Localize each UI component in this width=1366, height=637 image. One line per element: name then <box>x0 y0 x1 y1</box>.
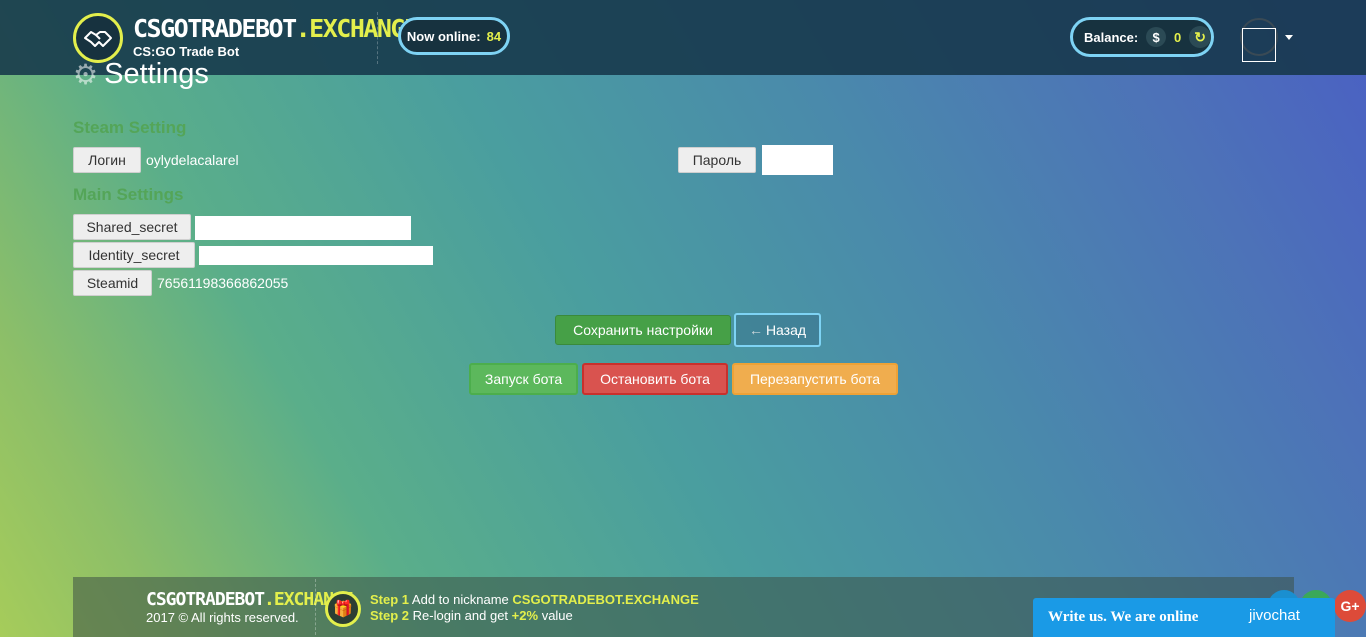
steamid-label: Steamid <box>73 270 152 296</box>
identity-secret-field[interactable] <box>199 246 433 265</box>
balance-value: 0 <box>1174 29 1182 45</box>
online-count: 84 <box>486 28 502 44</box>
footer-logo[interactable]: CSGOTRADEBOT.EXCHANGE <box>146 589 354 611</box>
main-section-title: Main Settings <box>73 185 184 204</box>
back-button[interactable]: ← Назад <box>734 313 821 347</box>
step2-highlight: +2% <box>511 608 539 623</box>
site-logo-text[interactable]: CSGOTRADEBOT.EXCHANGE <box>133 14 419 44</box>
balance-label: Balance: <box>1084 29 1139 45</box>
step1-highlight: CSGOTRADEBOT.EXCHANGE <box>512 592 699 607</box>
chat-text: Write us. We are online <box>1048 609 1199 625</box>
gear-icon: ⚙ <box>73 59 99 90</box>
step1-text: Add to nickname <box>411 592 509 607</box>
page-title-text: Settings <box>104 58 209 90</box>
step2-suffix: value <box>541 608 573 623</box>
page-title: ⚙ Settings <box>73 58 209 91</box>
shared-secret-field[interactable] <box>195 216 411 240</box>
password-label: Пароль <box>678 147 756 173</box>
shared-secret-label: Shared_secret <box>73 214 191 240</box>
refresh-icon[interactable]: ↻ <box>1189 26 1211 48</box>
save-settings-button[interactable]: Сохранить настройки <box>555 315 731 345</box>
online-label: Now online: <box>406 28 481 44</box>
footer-divider <box>315 579 316 635</box>
identity-secret-label: Identity_secret <box>73 242 195 268</box>
header-divider <box>377 12 378 64</box>
logo-main: CSGOTRADEBOT <box>133 14 297 43</box>
step1-label: Step 1 <box>370 592 410 607</box>
step-1: Step 1 Add to nickname CSGOTRADEBOT.EXCH… <box>370 592 699 607</box>
copyright: 2017 © All rights reserved. <box>146 610 299 625</box>
steamid-value: 76561198366862055 <box>157 275 289 291</box>
login-value: oylydelacalarel <box>146 152 239 168</box>
footer-logo-main: CSGOTRADEBOT <box>146 589 265 610</box>
login-label: Логин <box>73 147 141 173</box>
password-field[interactable] <box>762 145 833 175</box>
logo-subtitle: CS:GO Trade Bot <box>133 44 240 59</box>
step2-text: Re-login and get <box>412 608 509 623</box>
step-2: Step 2 Re-login and get +2% value <box>370 608 573 623</box>
chat-widget[interactable]: Write us. We are online jivochat <box>1033 598 1335 637</box>
arrow-left-icon: ← <box>748 322 763 338</box>
chevron-down-icon[interactable] <box>1285 35 1293 40</box>
gift-icon: 🎁 <box>325 591 361 627</box>
restart-bot-button[interactable]: Перезапустить бота <box>732 363 898 395</box>
dollar-icon: $ <box>1146 27 1166 47</box>
online-counter: Now online: 84 <box>398 17 510 55</box>
back-button-label: Назад <box>765 322 807 338</box>
balance-widget: Balance: $ 0 ↻ <box>1070 17 1214 57</box>
start-bot-button[interactable]: Запуск бота <box>469 363 578 395</box>
handshake-logo-icon[interactable] <box>73 13 123 63</box>
stop-bot-button[interactable]: Остановить бота <box>582 363 728 395</box>
steam-section-title: Steam Setting <box>73 118 187 137</box>
chat-brand: jivochat <box>1249 607 1300 624</box>
step2-label: Step 2 <box>370 608 410 623</box>
avatar-image[interactable] <box>1242 28 1276 62</box>
google-plus-icon[interactable]: G+ <box>1334 590 1366 622</box>
